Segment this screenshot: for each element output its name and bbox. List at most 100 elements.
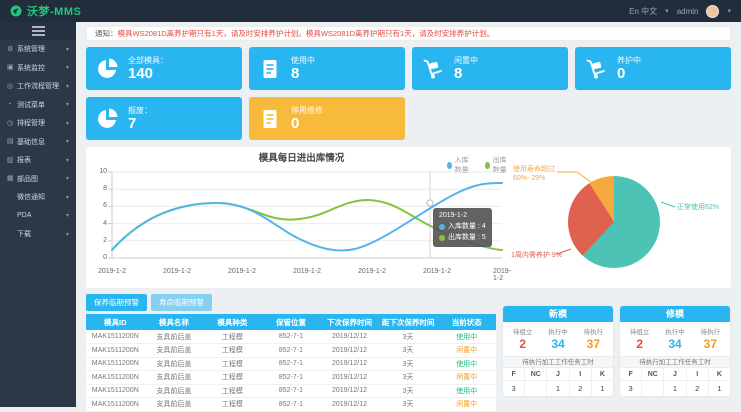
- sidebar-item-gear[interactable]: ⚙系统管理▾: [0, 40, 76, 59]
- sidebar-item-wechat-notify[interactable]: 微信通知▾: [0, 188, 76, 207]
- panel-stat-label: 执行中: [540, 326, 575, 336]
- part-drawing-icon: ▦: [7, 175, 17, 182]
- table-cell: 支具前后盖: [145, 398, 204, 412]
- table-header-cell: 模具ID: [86, 314, 145, 330]
- sidebar-collapse-button[interactable]: [0, 22, 76, 40]
- table-cell: MAK1511200N: [86, 357, 145, 371]
- table-cell: 工程模: [203, 371, 262, 385]
- notice-bar: 通知： 模具WS2081D离养护期只有1天，请及时安排养护计划。模具WS2081…: [86, 26, 731, 41]
- monitor-icon: ▣: [7, 64, 17, 71]
- sidebar-menu: ⚙系统管理▾▣系统监控▾◎工作流程管理▾◔测试菜单▾◷排程管理▾▤基础信息▾▥报…: [0, 40, 76, 244]
- work-hours-column: I2: [687, 368, 709, 396]
- x-axis-tick: 2019-1-2: [163, 268, 191, 275]
- work-hours-value: 1: [592, 381, 613, 396]
- panel-title: 修模: [620, 306, 730, 322]
- pie-slice-label: 1周内需养护 9%: [511, 251, 562, 260]
- stat-card-value: 8: [291, 66, 315, 83]
- chevron-down-icon: ▾: [66, 101, 69, 108]
- panel-title: 新模: [503, 306, 613, 322]
- language-switch[interactable]: En 中文: [629, 6, 657, 17]
- work-hours-value: 2: [687, 381, 708, 396]
- sidebar-item-workflow[interactable]: ◎工作流程管理▾: [0, 77, 76, 96]
- stat-card-value: 0: [291, 116, 323, 133]
- panel-stat-value: 2: [622, 337, 657, 351]
- table-cell: 2019/12/12: [320, 344, 379, 358]
- work-hours-header: J: [547, 368, 568, 381]
- pie-chart-icon: [95, 57, 119, 81]
- table-cell: 3天: [379, 398, 438, 412]
- table-row: MAK1511200N支具前后盖工程模852-7-12019/12/123天闲置…: [86, 344, 496, 358]
- y-axis-tick: 4: [92, 220, 107, 227]
- tab-lifespan-warning[interactable]: 寿命临期预警: [151, 294, 212, 311]
- chevron-down-icon: ▾: [66, 64, 69, 71]
- table-cell: MAK1511200N: [86, 384, 145, 398]
- work-hours-value: 3: [620, 381, 641, 396]
- sidebar-item-test-menu[interactable]: ◔测试菜单▾: [0, 96, 76, 115]
- work-hours-column: J1: [664, 368, 686, 396]
- panel-stat-value: 2: [505, 337, 540, 351]
- stat-card: 全部模具：140: [86, 47, 242, 90]
- mold-panel-修模: 修模待组立2执行中34待执行37待执行加工工作任务工时F3NCJ1I2K1: [620, 306, 730, 396]
- schedule-icon: ◷: [7, 120, 17, 127]
- sidebar-item-download[interactable]: 下载▾: [0, 225, 76, 244]
- status-badge: 闲置中: [437, 371, 496, 385]
- sidebar: ⚙系统管理▾▣系统监控▾◎工作流程管理▾◔测试菜单▾◷排程管理▾▤基础信息▾▥报…: [0, 22, 76, 407]
- stat-card-value: 8: [454, 66, 478, 83]
- y-axis-tick: 6: [92, 202, 107, 209]
- panel-band-label: 待执行加工工作任务工时: [620, 356, 730, 368]
- table-cell: 支具前后盖: [145, 371, 204, 385]
- sidebar-item-label: 测试菜单: [17, 100, 66, 110]
- x-axis-labels: 2019-1-22019-1-22019-1-22019-1-22019-1-2…: [92, 268, 511, 278]
- table-cell: 工程模: [203, 330, 262, 344]
- sidebar-item-monitor[interactable]: ▣系统监控▾: [0, 59, 76, 78]
- panel-stat: 执行中34: [657, 326, 692, 351]
- username[interactable]: admin: [677, 7, 699, 16]
- line-plot[interactable]: 0246810 2019-1-2 入库数量 : 4出库数量 : 5: [92, 166, 511, 268]
- panel-stat-label: 待组立: [622, 326, 657, 336]
- sidebar-item-report[interactable]: ▥报表▾: [0, 151, 76, 170]
- stat-card: 闲置中8: [412, 47, 568, 90]
- sidebar-item-label: 部品图: [17, 174, 66, 184]
- logo-icon: [10, 5, 22, 17]
- chevron-down-icon: ▾: [727, 7, 731, 15]
- test-menu-icon: ◔: [7, 101, 17, 108]
- work-hours-value: 1: [547, 381, 568, 396]
- chevron-down-icon: ▾: [66, 83, 69, 90]
- chevron-down-icon: ▾: [66, 194, 69, 201]
- stat-card: 使用中8: [249, 47, 405, 90]
- sidebar-item-label: 下载: [17, 229, 66, 239]
- sidebar-item-label: PDA: [17, 212, 66, 219]
- work-hours-header: F: [503, 368, 524, 381]
- pie-chart-icon: [95, 107, 119, 131]
- table-cell: 3天: [379, 344, 438, 358]
- work-hours-header: K: [709, 368, 730, 381]
- pie-slice-label: 使用寿命超过60%- 29%: [513, 165, 571, 183]
- tab-maintenance-warning[interactable]: 保养临期预警: [86, 294, 147, 311]
- workflow-icon: ◎: [7, 83, 17, 90]
- avatar[interactable]: [706, 5, 719, 18]
- chevron-down-icon: ▾: [66, 138, 69, 145]
- app-logo[interactable]: 沃梦-MMS: [10, 3, 81, 19]
- sidebar-item-basic-info[interactable]: ▤基础信息▾: [0, 133, 76, 152]
- table-cell: 工程模: [203, 384, 262, 398]
- chevron-down-icon: ▾: [66, 212, 69, 219]
- panel-stat: 待组立2: [622, 326, 657, 351]
- sidebar-item-schedule[interactable]: ◷排程管理▾: [0, 114, 76, 133]
- pie-slice-label: 正常使用62%: [677, 203, 719, 212]
- y-axis-tick: 10: [92, 168, 107, 175]
- warning-block: 保养临期预警寿命临期预警 模具ID模具名称模具种类保管位置下次保养时间距下次保养…: [86, 294, 496, 412]
- stat-card-title: 停用维修: [291, 105, 323, 116]
- x-axis-tick: 2019-1-2: [423, 268, 451, 275]
- table-cell: 2019/12/12: [320, 398, 379, 412]
- panel-stat: 待组立2: [505, 326, 540, 351]
- table-cell: 852-7-1: [262, 371, 321, 385]
- work-hours-header: K: [592, 368, 613, 381]
- sidebar-item-pda[interactable]: PDA▾: [0, 207, 76, 226]
- chevron-down-icon: ▾: [66, 46, 69, 53]
- stat-cards: 全部模具：140使用中8闲置中8养护中0报废：7停用维修0: [86, 47, 731, 140]
- work-hours-value: 1: [709, 381, 730, 396]
- chart-panel: 模具每日进出库情况 入库数量出库数量 0246810 2019-1-2 入库数量…: [86, 147, 731, 288]
- document-icon: [258, 107, 282, 131]
- table-cell: 3天: [379, 357, 438, 371]
- sidebar-item-part-drawing[interactable]: ▦部品图▾: [0, 170, 76, 189]
